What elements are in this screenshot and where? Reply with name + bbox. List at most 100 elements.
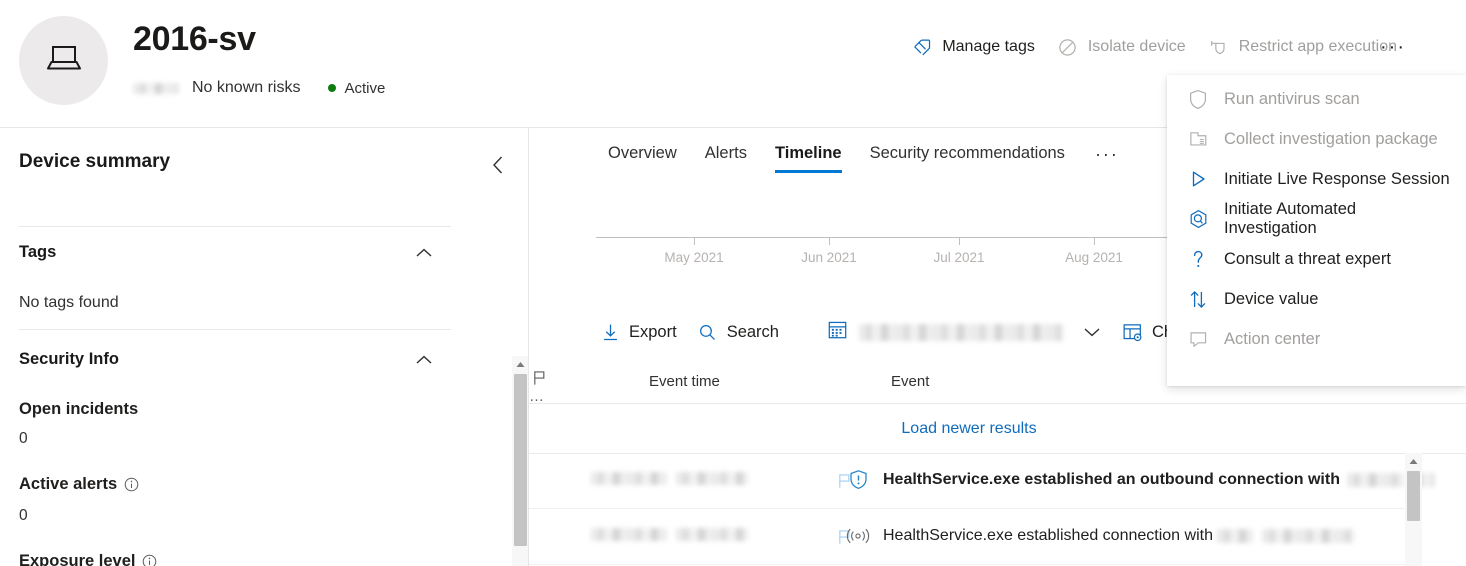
tab-security-recommendations[interactable]: Security recommendations — [856, 144, 1079, 173]
shield-icon — [1185, 88, 1211, 110]
tab-label: Security recommendations — [869, 144, 1065, 162]
tab-label: Alerts — [704, 144, 747, 162]
package-icon — [1185, 128, 1211, 150]
field-label-text: Exposure level — [19, 552, 136, 566]
choose-columns-button[interactable]: Ch — [1122, 316, 1173, 348]
field-value-open-incidents: 0 — [19, 430, 28, 447]
menu-label: Run antivirus scan — [1224, 89, 1360, 108]
section-title-tags: Tags — [19, 243, 57, 261]
device-subtitle: No known risks Active — [133, 79, 385, 97]
automated-investigation-icon — [1185, 208, 1211, 230]
question-mark-icon — [1185, 248, 1211, 270]
chart-tick-label: Aug 2021 — [1065, 250, 1123, 265]
tab-alerts[interactable]: Alerts — [691, 144, 761, 173]
event-text: HealthService.exe established an outboun… — [883, 471, 1340, 488]
column-header-event[interactable]: Event — [891, 373, 929, 390]
menu-label: Consult a threat expert — [1224, 249, 1391, 268]
field-label-active-alerts: Active alerts — [19, 475, 139, 494]
more-actions-button[interactable]: ··· — [1376, 31, 1410, 63]
tag-icon — [911, 36, 933, 58]
field-label-text: Active alerts — [19, 475, 118, 493]
info-icon[interactable] — [124, 477, 139, 492]
scroll-up-arrow-icon[interactable] — [1405, 453, 1422, 470]
chevron-left-icon — [493, 156, 503, 174]
table-row[interactable]: HealthService.exe established an outboun… — [529, 454, 1466, 509]
section-title-security-info: Security Info — [19, 350, 119, 368]
field-label-exposure-level: Exposure level — [19, 552, 157, 566]
cell-event-time — [591, 472, 748, 485]
chart-tick — [1094, 237, 1095, 245]
table-header-divider — [529, 403, 1466, 404]
row-divider — [529, 508, 1409, 509]
export-label: Export — [629, 322, 677, 341]
tabs-overflow-button[interactable]: ··· — [1079, 144, 1125, 175]
menu-label: Device value — [1224, 289, 1319, 308]
tab-overview[interactable]: Overview — [594, 144, 691, 173]
tab-timeline[interactable]: Timeline — [761, 144, 856, 173]
chart-tick — [694, 237, 695, 245]
field-label-text: Open incidents — [19, 400, 139, 418]
isolate-device-button[interactable]: Isolate device — [1046, 31, 1197, 63]
info-icon[interactable] — [142, 554, 157, 566]
isolate-device-label: Isolate device — [1087, 38, 1186, 55]
risk-score-redacted — [133, 82, 179, 94]
laptop-icon — [44, 42, 84, 79]
device-summary-title: Device summary — [19, 151, 171, 172]
chevron-down-icon[interactable] — [1081, 321, 1103, 343]
menu-item-action-center[interactable]: Action center — [1167, 319, 1466, 359]
action-center-icon — [1185, 328, 1211, 350]
field-value-active-alerts: 0 — [19, 507, 28, 524]
load-newer-results-link[interactable]: Load newer results — [529, 420, 1409, 438]
export-button[interactable]: Export — [589, 316, 687, 348]
event-list-scrollbar-thumb[interactable] — [1407, 471, 1420, 521]
field-label-open-incidents: Open incidents — [19, 400, 138, 419]
menu-item-collect-investigation-package[interactable]: Collect investigation package — [1167, 119, 1466, 159]
header-action-bar: Manage tags Isolate device Restrict app … — [900, 31, 1408, 63]
section-toggle-security-info[interactable] — [413, 349, 435, 371]
table-row[interactable]: HealthService.exe established connection… — [529, 510, 1466, 565]
menu-item-initiate-automated-investigation[interactable]: Initiate Automated Investigation — [1167, 199, 1466, 239]
chart-tick — [959, 237, 960, 245]
event-time-redacted — [591, 528, 667, 541]
menu-item-run-antivirus-scan[interactable]: Run antivirus scan — [1167, 79, 1466, 119]
risk-label: No known risks — [192, 79, 301, 96]
status-label: Active — [344, 79, 386, 97]
scroll-up-arrow-icon[interactable] — [512, 356, 529, 373]
date-range-picker[interactable] — [827, 316, 1103, 348]
menu-item-initiate-live-response-session[interactable]: Initiate Live Response Session — [1167, 159, 1466, 199]
menu-item-device-value[interactable]: Device value — [1167, 279, 1466, 319]
search-button[interactable]: Search — [687, 316, 789, 348]
cell-event: HealthService.exe established an outboun… — [845, 468, 1434, 492]
up-down-arrows-icon — [1185, 288, 1211, 310]
cell-event: HealthService.exe established connection… — [845, 524, 1354, 548]
device-summary-panel: Device summary Tags No tags found Securi… — [0, 128, 529, 566]
event-text-redacted — [1216, 529, 1253, 543]
column-header-flag-icon[interactable] — [529, 368, 549, 388]
chart-tick-label: Jun 2021 — [801, 250, 857, 265]
menu-item-consult-a-threat-expert[interactable]: Consult a threat expert — [1167, 239, 1466, 279]
chart-tick-label: May 2021 — [664, 250, 724, 265]
block-circle-icon — [1057, 36, 1079, 58]
columns-icon — [1122, 321, 1144, 343]
chevron-up-icon — [416, 248, 432, 257]
date-range-value-redacted — [858, 323, 1063, 341]
collapse-panel-button[interactable] — [485, 152, 511, 178]
menu-label: Collect investigation package — [1224, 129, 1438, 148]
panel-divider — [19, 329, 451, 330]
section-toggle-tags[interactable] — [413, 242, 435, 264]
menu-label: Initiate Live Response Session — [1224, 169, 1450, 188]
download-icon — [599, 321, 621, 343]
event-text: HealthService.exe established connection… — [883, 527, 1213, 544]
timeline-toolbar: Export Search Ch — [589, 314, 1173, 350]
cell-event-time — [591, 528, 748, 541]
left-panel-scrollbar-thumb[interactable] — [514, 374, 527, 546]
search-label: Search — [726, 322, 779, 341]
panel-divider — [19, 226, 451, 227]
row-divider — [529, 564, 1409, 565]
manage-tags-button[interactable]: Manage tags — [900, 31, 1046, 63]
restrict-app-icon — [1208, 36, 1230, 58]
column-header-event-time[interactable]: Event time — [649, 373, 720, 390]
chart-tick-label: Jul 2021 — [933, 250, 985, 265]
tab-label: Timeline — [774, 144, 842, 162]
device-avatar — [19, 16, 108, 105]
